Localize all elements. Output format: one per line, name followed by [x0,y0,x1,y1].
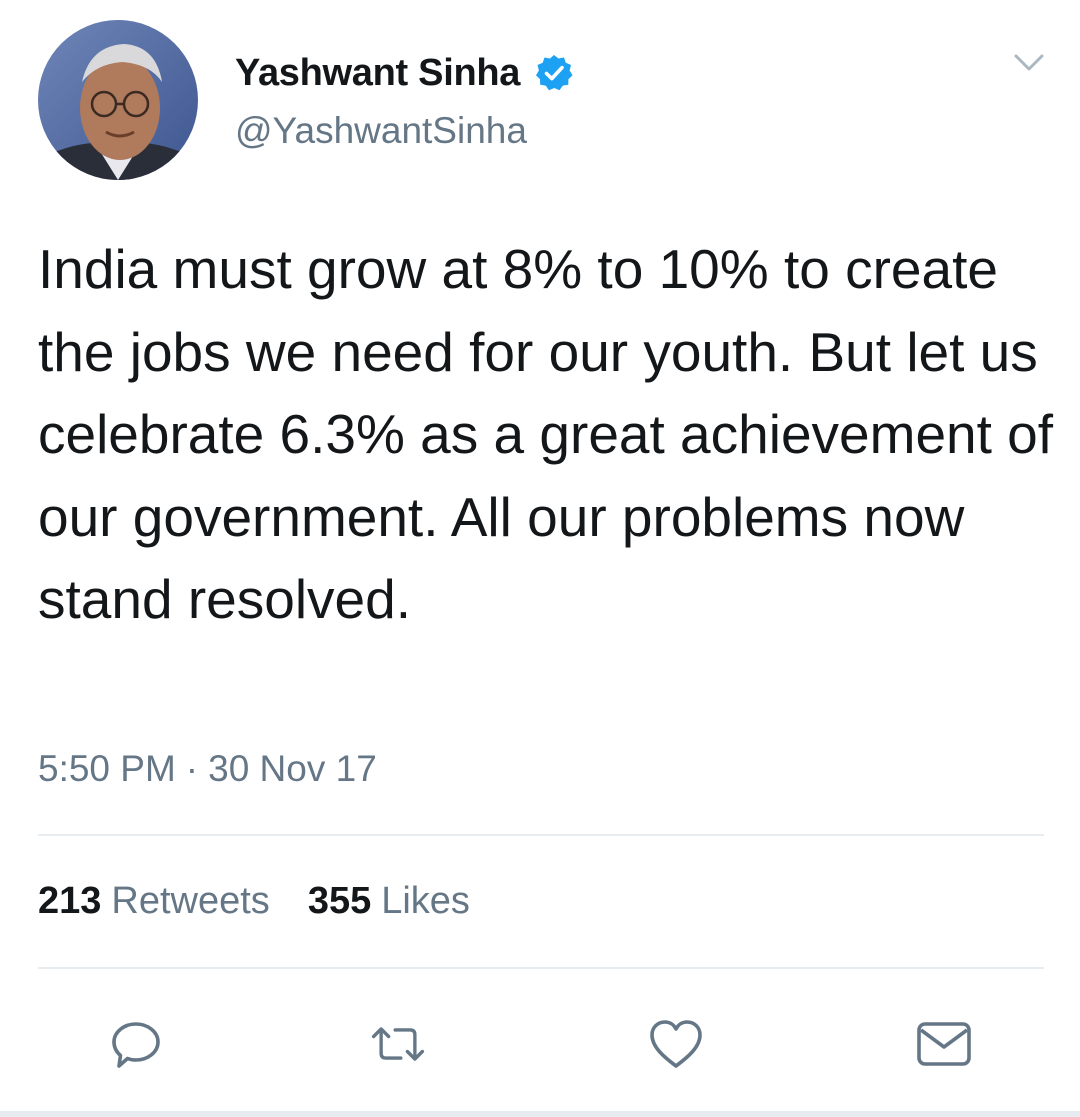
tweet-text: India must grow at 8% to 10% to create t… [38,238,1054,630]
tweet-time: 5:50 PM [38,748,176,789]
verified-badge-icon [534,53,574,93]
avatar-photo [38,20,198,180]
timestamp-separator: · [185,748,199,789]
retweet-icon [371,1027,425,1061]
heart-icon [650,1020,702,1068]
engagement-stats: 213 Retweets 355 Likes [38,880,470,923]
avatar[interactable] [38,20,198,180]
mail-icon [917,1022,971,1066]
author-row: Yashwant Sinha [235,48,574,98]
retweets-label: Retweets [111,880,270,922]
like-button[interactable] [646,1014,706,1074]
retweets-count: 213 [38,880,102,922]
likes-stat[interactable]: 355 Likes [308,880,470,923]
tweet-timestamp[interactable]: 5:50 PM · 30 Nov 17 [38,748,377,790]
bottom-divider [0,1111,1080,1117]
tweet-date: 30 Nov 17 [208,748,377,789]
author-handle[interactable]: @YashwantSinha [235,110,527,152]
reply-button[interactable] [106,1014,166,1074]
retweet-button[interactable] [368,1014,428,1074]
likes-count: 355 [307,880,372,922]
chevron-down-icon[interactable] [1012,50,1046,76]
reply-icon [112,1022,160,1068]
divider [38,834,1044,836]
likes-label: Likes [381,880,470,922]
author-name[interactable]: Yashwant Sinha [235,52,520,95]
retweets-stat[interactable]: 213 Retweets [38,880,270,923]
direct-message-button[interactable] [914,1014,974,1074]
divider [38,967,1044,969]
